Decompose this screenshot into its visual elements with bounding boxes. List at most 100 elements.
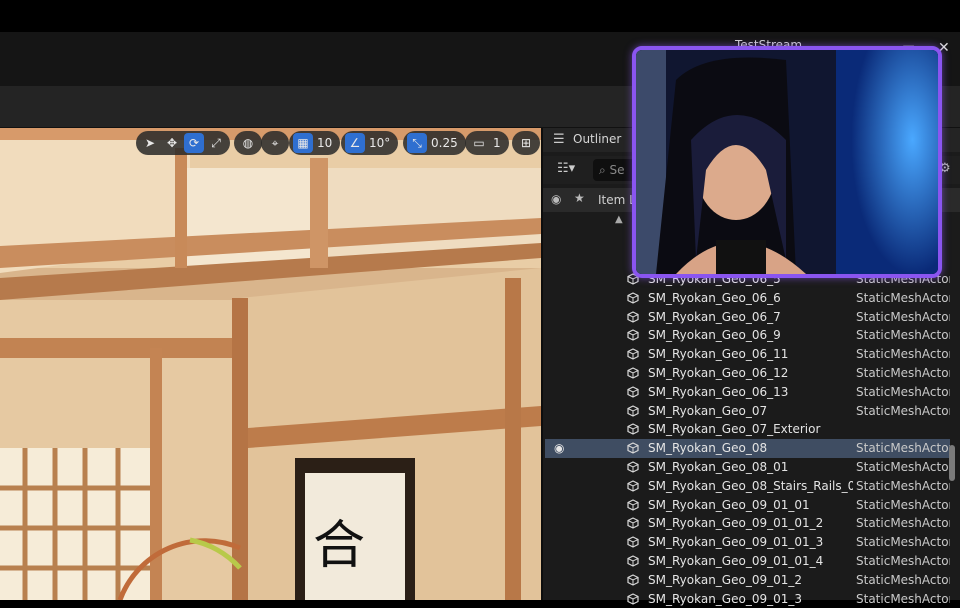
- outliner-row[interactable]: SM_Ryokan_Geo_06_6 StaticMeshActor: [545, 289, 950, 308]
- rotate-icon[interactable]: ⟳: [184, 133, 204, 153]
- visibility-eye-icon[interactable]: ◉: [554, 441, 564, 455]
- row-type: StaticMeshActor: [856, 365, 950, 380]
- grid-snap-group[interactable]: ▦ 10: [289, 131, 341, 155]
- grid-snap-icon[interactable]: ▦: [293, 133, 313, 153]
- row-label: SM_Ryokan_Geo_06_11: [648, 347, 789, 362]
- row-label: SM_Ryokan_Geo_06_12: [648, 365, 789, 380]
- outliner-row[interactable]: SM_Ryokan_Geo_09_01_01_3 StaticMeshActor: [545, 533, 950, 552]
- outliner-row[interactable]: SM_Ryokan_Geo_06_12 StaticMeshActor: [545, 364, 950, 383]
- row-label: SM_Ryokan_Geo_08: [648, 441, 768, 456]
- item-label-column[interactable]: Item L: [598, 193, 636, 207]
- scale-icon[interactable]: ⤢: [206, 133, 226, 153]
- viewport-layout-button[interactable]: ⊞: [512, 131, 540, 155]
- row-type: StaticMeshActor: [856, 459, 950, 474]
- rotation-snap-group[interactable]: ∠ 10°: [341, 131, 399, 155]
- star-icon[interactable]: ★: [574, 191, 585, 205]
- transform-tools-group: ➤ ✥ ⟳ ⤢: [136, 131, 230, 155]
- row-type: StaticMeshActor: [856, 572, 950, 587]
- viewport-scene: [0, 128, 541, 600]
- sort-ascending-icon[interactable]: ▲: [615, 214, 623, 225]
- webcam-overlay: [632, 46, 942, 278]
- viewport-layout-icon[interactable]: ⊞: [516, 133, 536, 153]
- static-mesh-icon: [627, 348, 639, 360]
- row-type: StaticMeshActor: [856, 478, 950, 493]
- row-label: SM_Ryokan_Geo_09_01_01: [648, 497, 810, 512]
- row-type: StaticMeshActor: [856, 497, 950, 512]
- outliner-row[interactable]: SM_Ryokan_Geo_09_01_01_4 StaticMeshActor: [545, 552, 950, 571]
- static-mesh-icon: [627, 592, 639, 605]
- row-label: SM_Ryokan_Geo_09_01_2: [648, 572, 802, 587]
- row-label: SM_Ryokan_Geo_08_Stairs_Rails_0: [648, 478, 853, 493]
- outliner-row[interactable]: SM_Ryokan_Geo_09_01_01_2 StaticMeshActor: [545, 514, 950, 533]
- row-label: SM_Ryokan_Geo_06_13: [648, 384, 789, 399]
- outliner-row[interactable]: SM_Ryokan_Geo_06_13 StaticMeshActor: [545, 383, 950, 402]
- world-local-toggle[interactable]: ◍: [234, 131, 262, 155]
- outliner-row[interactable]: SM_Ryokan_Geo_06_7 StaticMeshActor: [545, 308, 950, 327]
- static-mesh-icon: [627, 517, 639, 530]
- scale-snap-group[interactable]: ⤡ 0.25: [403, 131, 466, 155]
- surface-snap-icon[interactable]: ⌖: [265, 133, 285, 153]
- rotation-snap-value[interactable]: 10°: [367, 136, 394, 150]
- row-type: StaticMeshActor: [856, 441, 950, 456]
- select-arrow-icon[interactable]: ➤: [140, 133, 160, 153]
- scroll-calligraphy: 合: [313, 516, 366, 576]
- outliner-icon: ☰: [553, 132, 565, 147]
- outliner-row[interactable]: SM_Ryokan_Geo_09_01_3 StaticMeshActor: [545, 590, 950, 608]
- outliner-row[interactable]: SM_Ryokan_Geo_08_Stairs_Rails_0 StaticMes…: [545, 477, 950, 496]
- static-mesh-icon: [627, 574, 639, 586]
- filter-icon[interactable]: ☷▾: [557, 161, 575, 176]
- camera-icon[interactable]: ▭: [469, 133, 489, 153]
- row-type: StaticMeshActor: [856, 290, 950, 305]
- row-label: SM_Ryokan_Geo_09_01_3: [648, 591, 802, 606]
- outliner-row[interactable]: SM_Ryokan_Geo_06_9 StaticMeshActor: [545, 326, 950, 345]
- outliner-row[interactable]: SM_Ryokan_Geo_08_01 StaticMeshActor: [545, 458, 950, 477]
- static-mesh-icon: [627, 480, 639, 492]
- row-label: SM_Ryokan_Geo_09_01_01_3: [648, 535, 824, 550]
- row-label: SM_Ryokan_Geo_07_Exterior: [648, 422, 821, 437]
- angle-snap-icon[interactable]: ∠: [345, 133, 365, 153]
- outliner-tab-label: Outliner: [573, 132, 622, 146]
- static-mesh-icon: [627, 423, 639, 436]
- static-mesh-icon: [627, 367, 639, 379]
- outliner-row[interactable]: SM_Ryokan_Geo_07 StaticMeshActor: [545, 402, 950, 421]
- row-label: SM_Ryokan_Geo_09_01_01_2: [648, 516, 824, 531]
- camera-speed-group[interactable]: ▭ 1: [465, 131, 509, 155]
- webcam-image: [636, 50, 938, 274]
- row-label: SM_Ryokan_Geo_06_9: [648, 328, 781, 343]
- row-label: SM_Ryokan_Geo_06_6: [648, 290, 781, 305]
- outliner-row[interactable]: SM_Ryokan_Geo_07_Exterior: [545, 420, 950, 439]
- static-mesh-icon: [627, 442, 639, 454]
- top-black-bar: [0, 0, 960, 32]
- grid-snap-value[interactable]: 10: [315, 136, 336, 150]
- row-label: SM_Ryokan_Geo_08_01: [648, 459, 789, 474]
- static-mesh-icon: [627, 386, 639, 398]
- row-type: StaticMeshActor: [856, 535, 950, 550]
- outliner-row[interactable]: SM_Ryokan_Geo_09_01_01 StaticMeshActor: [545, 496, 950, 515]
- translate-icon[interactable]: ✥: [162, 133, 182, 153]
- camera-speed-value[interactable]: 1: [491, 136, 505, 150]
- scale-snap-value[interactable]: 0.25: [429, 136, 462, 150]
- level-viewport[interactable]: 合: [0, 128, 541, 600]
- row-label: SM_Ryokan_Geo_06_7: [648, 309, 781, 324]
- row-label: SM_Ryokan_Geo_09_01_01_4: [648, 553, 824, 568]
- world-icon[interactable]: ◍: [238, 133, 258, 153]
- row-type: StaticMeshActor: [856, 553, 950, 568]
- outliner-row[interactable]: ◉ SM_Ryokan_Geo_08 StaticMeshActor: [545, 439, 950, 458]
- scale-snap-icon[interactable]: ⤡: [407, 133, 427, 153]
- outliner-row[interactable]: SM_Ryokan_Geo_09_01_2 StaticMeshActor: [545, 571, 950, 590]
- outliner-list: SM_Ryokan_Geo_06_5 StaticMeshActor SM_Ryok…: [545, 270, 950, 608]
- search-placeholder: Se: [609, 163, 625, 177]
- visibility-column-icon[interactable]: ◉: [551, 192, 561, 206]
- static-mesh-icon: [627, 461, 639, 473]
- static-mesh-icon: [627, 310, 639, 323]
- outliner-scrollbar[interactable]: [949, 445, 955, 481]
- surface-snap-toggle[interactable]: ⌖: [261, 131, 289, 155]
- row-type: StaticMeshActor: [856, 309, 950, 324]
- row-label: SM_Ryokan_Geo_07: [648, 403, 768, 418]
- static-mesh-icon: [627, 329, 639, 342]
- static-mesh-icon: [627, 536, 639, 548]
- row-type: StaticMeshActor: [856, 328, 950, 343]
- row-type: StaticMeshActor: [856, 403, 950, 418]
- outliner-row[interactable]: SM_Ryokan_Geo_06_11 StaticMeshActor: [545, 345, 950, 364]
- static-mesh-icon: [627, 292, 639, 304]
